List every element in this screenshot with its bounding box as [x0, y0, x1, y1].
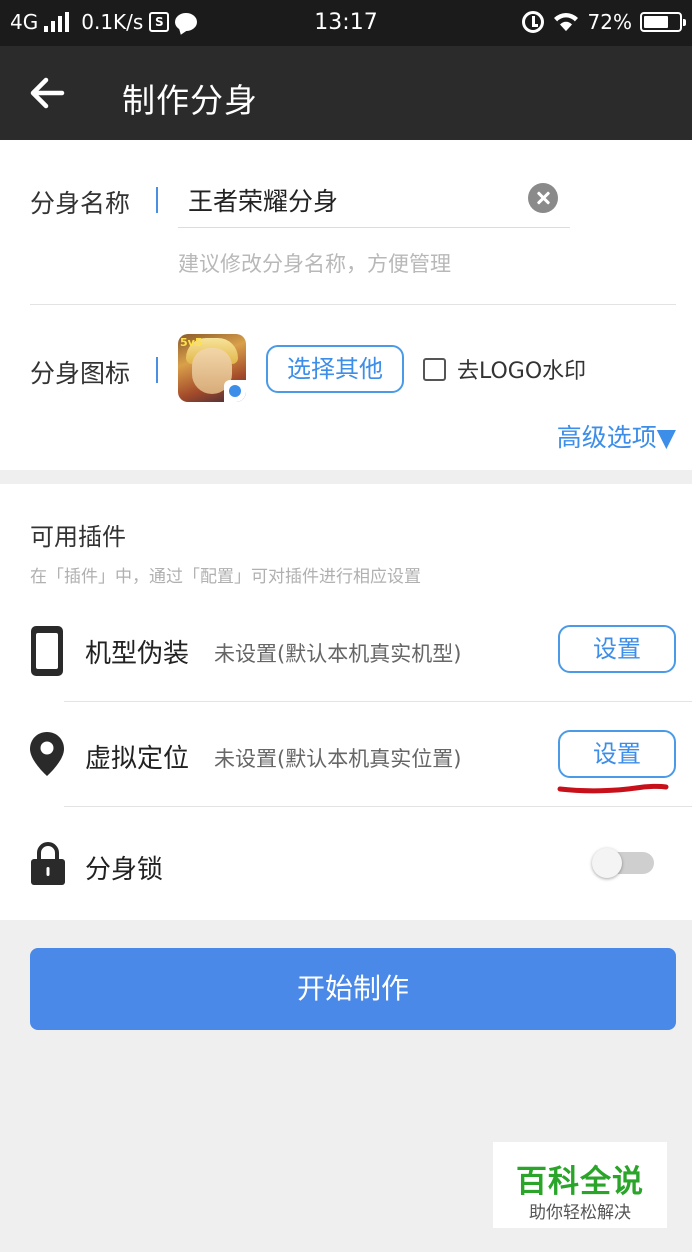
- battery-icon: [640, 12, 686, 32]
- start-create-button[interactable]: 开始制作: [30, 948, 676, 1030]
- divider: [30, 304, 676, 305]
- wifi-icon: [553, 13, 578, 31]
- remove-logo-label: 去LOGO水印: [457, 359, 587, 384]
- plugins-title: 可用插件: [30, 523, 126, 551]
- location-pin-icon: [30, 732, 64, 776]
- clear-icon[interactable]: [528, 183, 558, 213]
- plugin-name-device: 机型伪装: [85, 639, 190, 669]
- clone-name-label: 分身名称: [30, 189, 131, 218]
- watermark-subtitle: 助你轻松解决: [529, 1203, 631, 1223]
- app-icon: 5v5: [178, 334, 246, 402]
- label-divider: [156, 187, 158, 213]
- nav-bar: 制作分身: [0, 46, 692, 140]
- watermark: 百科全说 助你轻松解决: [493, 1142, 667, 1228]
- watermark-title: 百科全说: [516, 1164, 644, 1200]
- alarm-icon: [521, 11, 544, 33]
- virtual-location-set-button[interactable]: 设置: [558, 730, 676, 778]
- plugins-card: 可用插件 在「插件」中，通过「配置」可对插件进行相应设置 机型伪装 未设置(默认…: [0, 484, 692, 920]
- status-right: 72%: [521, 10, 686, 34]
- clone-lock-toggle[interactable]: [592, 848, 654, 878]
- battery-fill: [644, 16, 668, 28]
- red-underline-annotation: [557, 783, 669, 794]
- remove-logo-checkbox[interactable]: [423, 358, 446, 381]
- device-disguise-set-button[interactable]: 设置: [558, 625, 676, 673]
- divider: [64, 806, 692, 807]
- battery-percent: 72%: [587, 10, 632, 34]
- status-bar: 4G 0.1K/s S 13:17 72%: [0, 0, 692, 46]
- plugin-status-device: 未设置(默认本机真实机型): [214, 642, 462, 666]
- arrow-left-icon[interactable]: [22, 68, 72, 118]
- plugins-subtitle: 在「插件」中，通过「配置」可对插件进行相应设置: [30, 567, 421, 587]
- plugin-status-location: 未设置(默认本机真实位置): [214, 747, 462, 771]
- clone-settings-card: 分身名称 王者荣耀分身 建议修改分身名称，方便管理 分身图标 5v5 选择其他 …: [0, 140, 692, 470]
- advanced-options-link[interactable]: 高级选项▼: [557, 418, 676, 454]
- clone-name-hint: 建议修改分身名称，方便管理: [178, 252, 451, 276]
- toggle-knob: [592, 848, 622, 878]
- phone-icon: [31, 626, 63, 676]
- clone-name-value: 王者荣耀分身: [188, 187, 339, 216]
- clone-name-input[interactable]: 王者荣耀分身: [178, 174, 570, 228]
- choose-other-button[interactable]: 选择其他: [266, 345, 404, 393]
- clone-icon-label: 分身图标: [30, 359, 131, 388]
- divider: [64, 701, 692, 702]
- lock-icon: [31, 842, 65, 885]
- clone-lock-label: 分身锁: [85, 855, 164, 885]
- plugin-name-location: 虚拟定位: [85, 744, 190, 774]
- label-divider: [156, 357, 158, 383]
- app-icon-badge: [224, 380, 246, 402]
- page-title: 制作分身: [122, 81, 258, 120]
- app-icon-tag: 5v5: [180, 336, 203, 349]
